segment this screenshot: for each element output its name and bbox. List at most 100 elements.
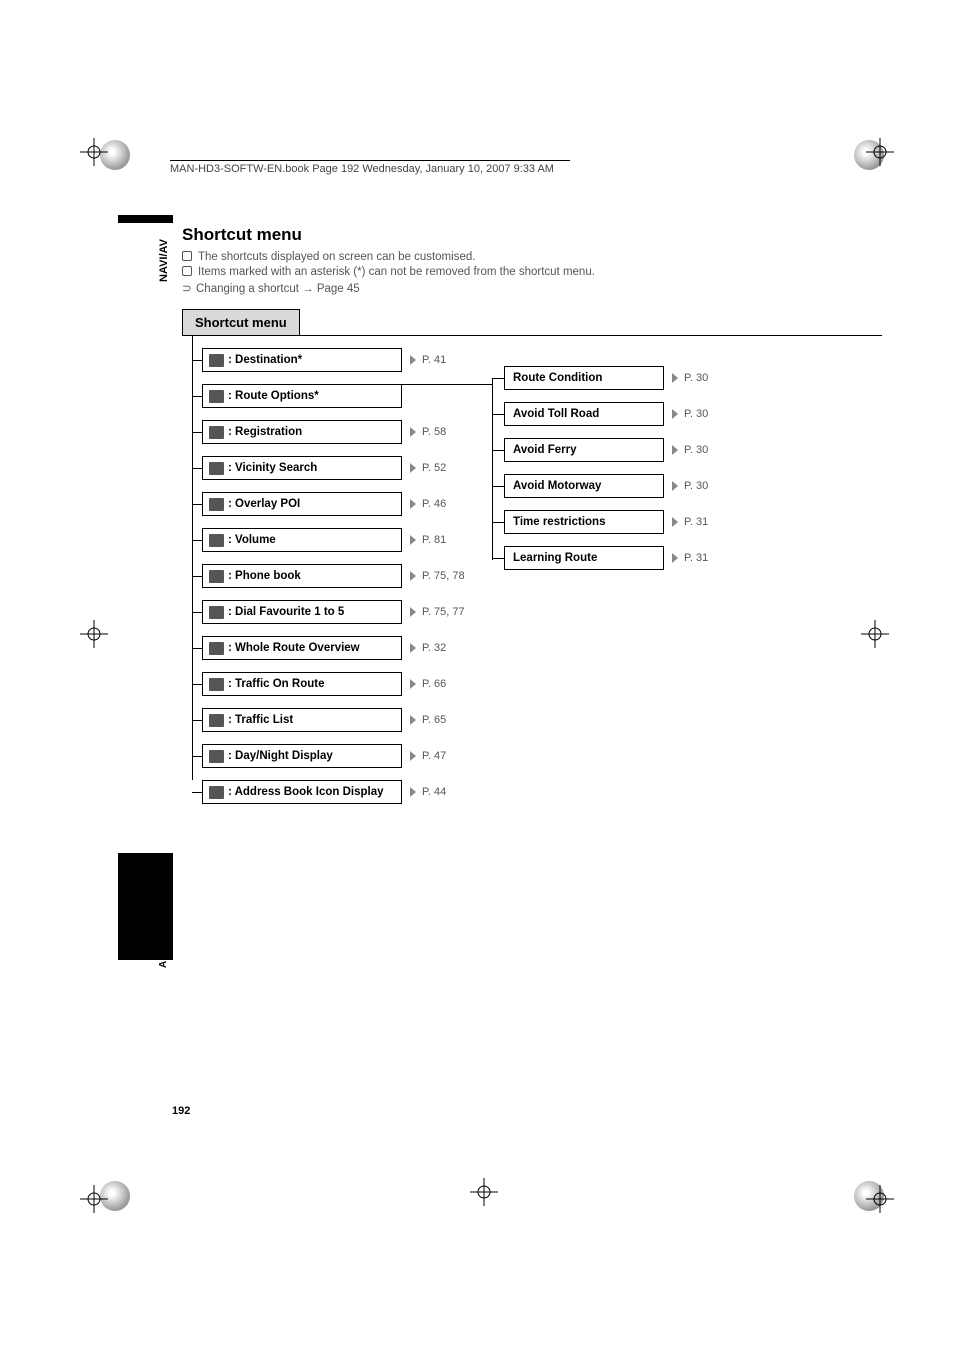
submenu-item-row: Route Condition P. 30 (492, 366, 708, 390)
page-ref: P. 30 (666, 366, 708, 390)
page-ref: P. 65 (404, 708, 446, 732)
traffic-list-icon (209, 714, 224, 727)
vicinity-search-icon (209, 462, 224, 475)
page-ref: P. 58 (404, 420, 446, 444)
submenu-item: Avoid Motorway (504, 474, 664, 498)
whole-route-icon (209, 642, 224, 655)
page-ref: P. 52 (404, 456, 446, 480)
menu-item: : Vicinity Search (202, 456, 402, 480)
menu-item-row: : Dial Favourite 1 to 5 P. 75, 77 (182, 600, 882, 624)
day-night-icon (209, 750, 224, 763)
triangle-icon (410, 643, 416, 653)
page-ref-text: P. 32 (422, 642, 446, 654)
menu-item-row: : Whole Route Overview P. 32 (182, 636, 882, 660)
menu-item-label: : Phone book (228, 570, 301, 582)
tree-line (192, 360, 202, 361)
tree-line (192, 612, 202, 613)
tree-line (192, 468, 202, 469)
menu-item-label: : Traffic List (228, 714, 293, 726)
menu-item-row: : Address Book Icon Display P. 44 (182, 780, 882, 804)
side-label-top: NAVI/AV (158, 239, 170, 282)
tree-line (192, 432, 202, 433)
page-ref-text: P. 30 (684, 408, 708, 420)
tree-line (492, 450, 504, 451)
tree-line (192, 756, 202, 757)
note-line: Items marked with an asterisk (*) can no… (182, 266, 882, 278)
crop-mark-icon (80, 620, 108, 648)
submenu-item: Time restrictions (504, 510, 664, 534)
page-ref-text: P. 81 (422, 534, 446, 546)
triangle-icon (410, 427, 416, 437)
note-line: ⊃ Changing a shortcut → Page 45 (182, 281, 882, 295)
menu-item: : Dial Favourite 1 to 5 (202, 600, 402, 624)
submenu-item: Learning Route (504, 546, 664, 570)
page-ref-text: P. 46 (422, 498, 446, 510)
triangle-icon (410, 571, 416, 581)
menu-item: : Traffic List (202, 708, 402, 732)
triangle-icon (410, 607, 416, 617)
registration-icon (209, 426, 224, 439)
menu-item-label: : Whole Route Overview (228, 642, 360, 654)
submenu: Route Condition P. 30 Avoid Toll Road P.… (492, 366, 708, 582)
triangle-icon (672, 445, 678, 455)
menu-item-label: : Day/Night Display (228, 750, 333, 762)
arrow-icon: → (302, 283, 314, 295)
tree-line (192, 648, 202, 649)
tree-line (192, 504, 202, 505)
submenu-item: Route Condition (504, 366, 664, 390)
triangle-icon (672, 409, 678, 419)
tree-line (492, 558, 504, 559)
triangle-icon (410, 679, 416, 689)
menu-item-label: : Route Options* (228, 390, 319, 402)
page-title: Shortcut menu (182, 225, 882, 245)
triangle-icon (672, 373, 678, 383)
page-ref: P. 75, 78 (404, 564, 465, 588)
submenu-item: Avoid Toll Road (504, 402, 664, 426)
menu-item: : Phone book (202, 564, 402, 588)
menu-item-row: : Day/Night Display P. 47 (182, 744, 882, 768)
tree-line (192, 684, 202, 685)
dial-favourite-icon (209, 606, 224, 619)
menu-item: : Whole Route Overview (202, 636, 402, 660)
submenu-item-row: Avoid Ferry P. 30 (492, 438, 708, 462)
volume-icon (209, 534, 224, 547)
triangle-icon (410, 787, 416, 797)
menu-item: : Registration (202, 420, 402, 444)
note-text: Changing a shortcut (196, 283, 299, 295)
note-text: Page 45 (317, 283, 360, 295)
traffic-on-route-icon (209, 678, 224, 691)
menu-item-row: : Traffic On Route P. 66 (182, 672, 882, 696)
section-marker (118, 215, 173, 223)
triangle-icon (410, 499, 416, 509)
page-ref-text: P. 30 (684, 444, 708, 456)
crop-mark-icon (470, 1178, 498, 1206)
running-header: MAN-HD3-SOFTW-EN.book Page 192 Wednesday… (170, 160, 570, 175)
page-ref-text: P. 75, 77 (422, 606, 465, 618)
bullet-icon (182, 251, 192, 261)
tree-line (192, 396, 202, 397)
menu-heading: Shortcut menu (182, 309, 300, 335)
page-ref-text: P. 65 (422, 714, 446, 726)
menu-item: : Traffic On Route (202, 672, 402, 696)
triangle-icon (672, 517, 678, 527)
menu-item-label: : Vicinity Search (228, 462, 317, 474)
page-ref: P. 31 (666, 546, 708, 570)
page-ref-text: P. 31 (684, 516, 708, 528)
submenu-item-row: Avoid Motorway P. 30 (492, 474, 708, 498)
tree-line (492, 378, 504, 379)
phone-book-icon (209, 570, 224, 583)
menu-item-label: : Traffic On Route (228, 678, 324, 690)
note-line: The shortcuts displayed on screen can be… (182, 251, 882, 263)
reference-icon: ⊃ (182, 281, 192, 295)
bullet-icon (182, 266, 192, 276)
submenu-item: Avoid Ferry (504, 438, 664, 462)
menu-item-label: : Overlay POI (228, 498, 300, 510)
triangle-icon (672, 481, 678, 491)
submenu-item-row: Time restrictions P. 31 (492, 510, 708, 534)
note-text: Items marked with an asterisk (*) can no… (198, 266, 595, 278)
tree-line (192, 540, 202, 541)
menu-item-label: : Volume (228, 534, 276, 546)
page-ref: P. 30 (666, 438, 708, 462)
menu-item: : Address Book Icon Display (202, 780, 402, 804)
menu-item: : Day/Night Display (202, 744, 402, 768)
